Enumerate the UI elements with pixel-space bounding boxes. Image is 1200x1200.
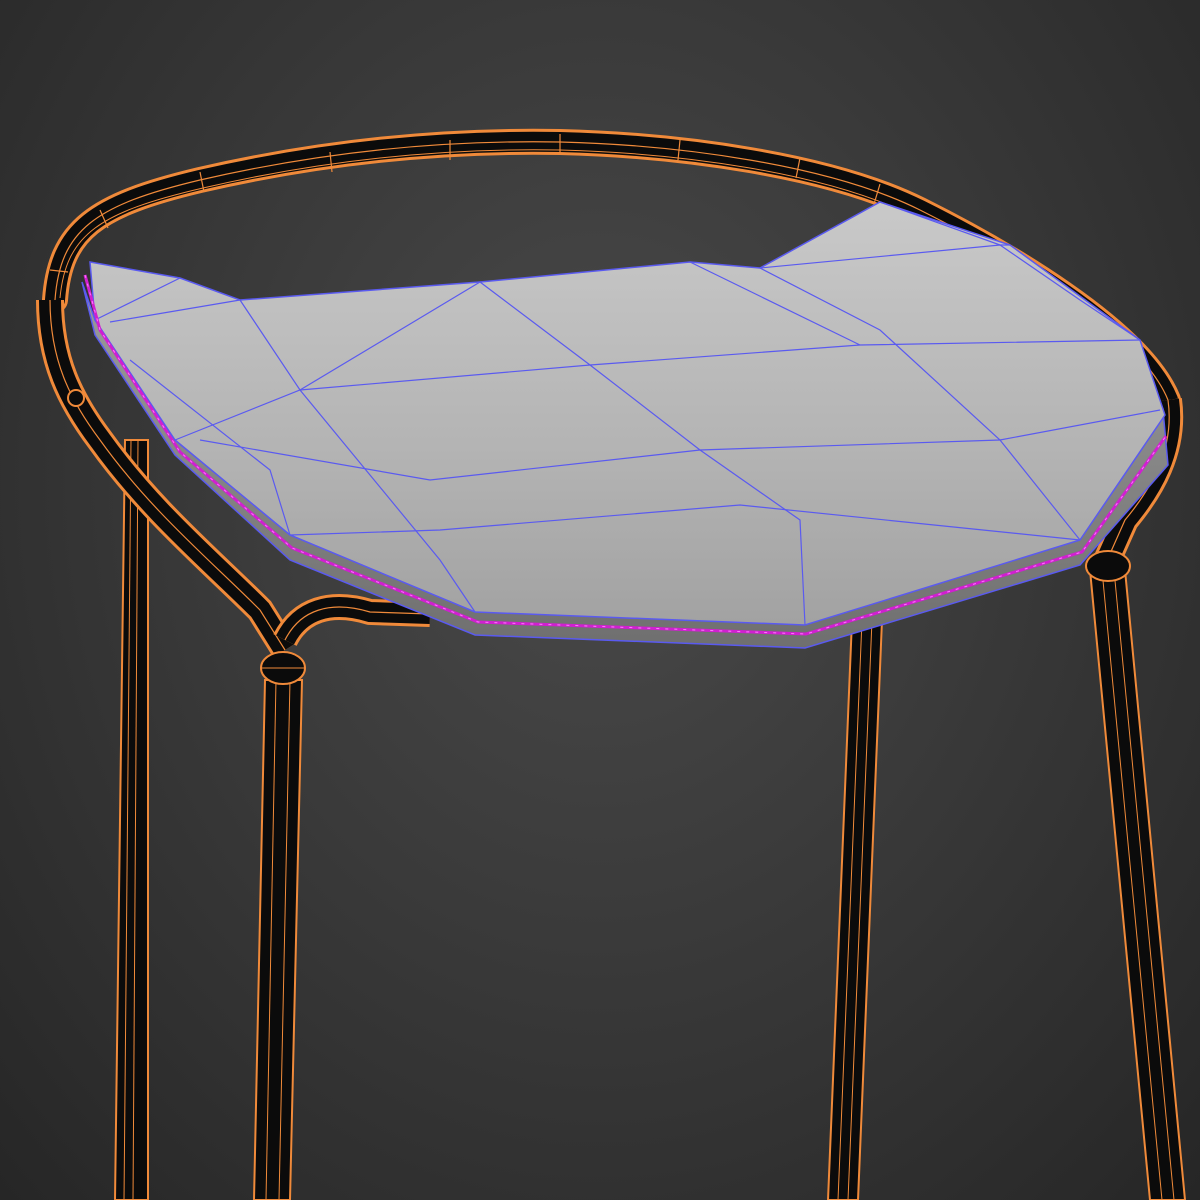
3d-viewport[interactable] <box>0 0 1200 1200</box>
back-right-leg <box>826 619 884 1200</box>
front-right-leg <box>1088 569 1187 1200</box>
back-left-leg <box>113 439 149 1200</box>
front-left-leg <box>252 679 304 1200</box>
viewport-canvas[interactable] <box>0 0 1200 1200</box>
seat-top <box>89 201 1166 626</box>
